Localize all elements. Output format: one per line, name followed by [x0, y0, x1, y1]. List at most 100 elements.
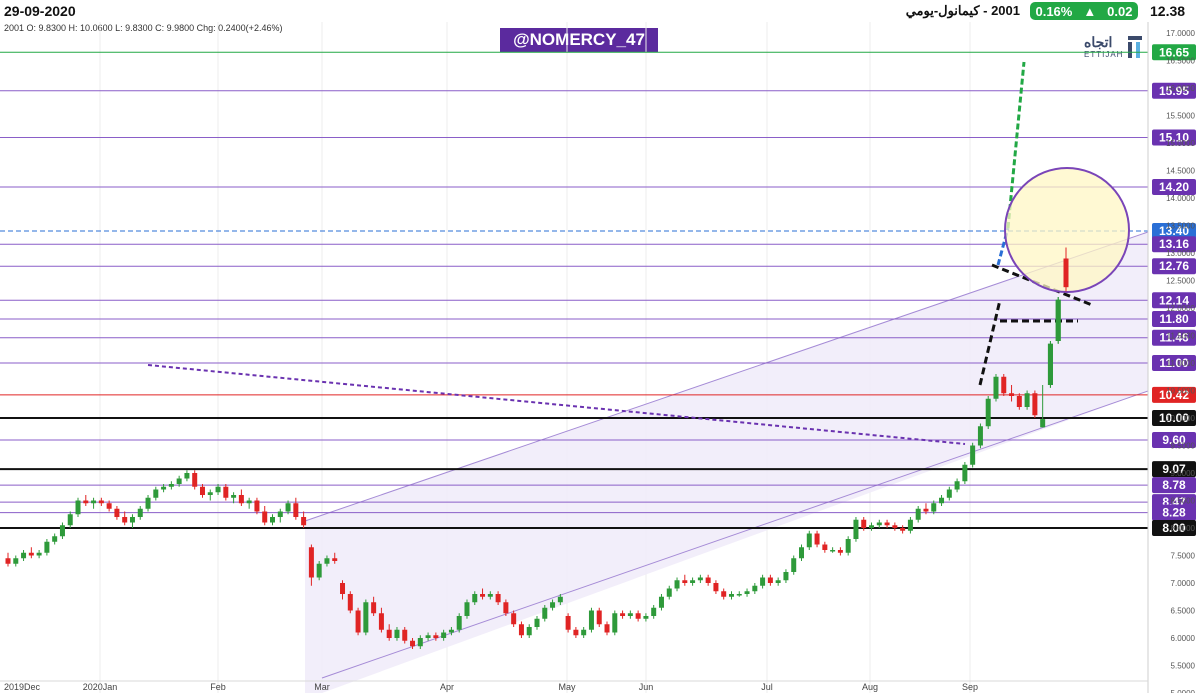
candle-body: [1055, 299, 1061, 341]
x-tick-label: Apr: [440, 682, 454, 692]
candle-body: [487, 594, 493, 597]
y-tick-label: 5.5000: [1171, 662, 1196, 671]
candle-body: [962, 464, 968, 482]
candle-body: [122, 517, 128, 523]
candle-body: [402, 629, 408, 641]
change-value: 0.02: [1107, 3, 1133, 19]
y-tick-label: 8.5000: [1171, 497, 1196, 506]
candle-body: [1001, 376, 1007, 394]
candle-body: [557, 596, 563, 603]
candle-body: [806, 533, 812, 548]
candle-body: [308, 547, 314, 578]
candle-body: [612, 613, 618, 633]
level-label-8-78: 8.78: [1162, 478, 1186, 492]
channel-fill: [305, 232, 1148, 693]
candle-body: [59, 525, 65, 537]
candle-body: [931, 503, 937, 512]
candle-body: [98, 500, 104, 504]
price-chart[interactable]: 16.6515.9515.1014.2013.4013.1612.7612.14…: [0, 22, 1200, 693]
candle-body: [752, 585, 758, 592]
candle-body: [744, 591, 750, 594]
candle-body: [674, 580, 680, 589]
y-tick-label: 10.5000: [1166, 387, 1195, 396]
candle-body: [861, 519, 867, 528]
candle-body: [371, 602, 377, 614]
candle-body: [340, 583, 346, 594]
candle-body: [736, 594, 742, 596]
up-arrow-icon: ▲: [1083, 3, 1097, 19]
candle-body: [114, 508, 120, 517]
candle-body: [1040, 419, 1046, 428]
candle-body: [900, 528, 906, 531]
y-tick-label: 6.0000: [1171, 634, 1196, 643]
change-badge: 0.16% ▲ 0.02: [1030, 2, 1138, 20]
candle-body: [495, 594, 501, 603]
candle-body: [425, 635, 431, 638]
candle-body: [923, 508, 929, 512]
y-tick-label: 11.5000: [1167, 332, 1196, 341]
x-tick-label: Jul: [761, 682, 773, 692]
candle-body: [285, 503, 291, 512]
candle-body: [620, 613, 626, 616]
candle-body: [1047, 343, 1053, 385]
candle-body: [207, 492, 213, 495]
candle-body: [223, 486, 229, 498]
candle-body: [518, 624, 524, 636]
candle-body: [705, 577, 711, 583]
candle-body: [448, 629, 454, 633]
candle-body: [837, 550, 843, 553]
x-tick-label: Aug: [862, 682, 878, 692]
x-tick-label: Mar: [314, 682, 330, 692]
candle-body: [760, 577, 766, 586]
candle-body: [565, 616, 571, 630]
candle-body: [876, 522, 882, 526]
x-tick-label: May: [558, 682, 576, 692]
candle-body: [954, 481, 960, 490]
candle-body: [176, 478, 182, 484]
candle-body: [1032, 393, 1038, 416]
candle-body: [456, 616, 462, 630]
candle-body: [666, 588, 672, 597]
candle-body: [939, 497, 945, 504]
candle-body: [690, 580, 696, 583]
candle-body: [184, 473, 190, 479]
y-tick-label: 14.5000: [1166, 167, 1195, 176]
candle-body: [199, 486, 205, 495]
candle-body: [814, 533, 820, 545]
candle-body: [822, 544, 828, 550]
y-tick-label: 12.0000: [1166, 304, 1195, 313]
candle-body: [28, 552, 34, 556]
trend-channel: [304, 231, 1149, 693]
candle-body: [106, 503, 112, 509]
candle-body: [347, 594, 353, 611]
candle-body: [324, 558, 330, 564]
x-axis: 2019Dec 2020Jan Feb Mar Apr May Jun Jul Aug Sep: [0, 680, 1148, 692]
candle-body: [301, 517, 307, 526]
candle-body: [246, 500, 252, 504]
chart-date: 29-09-2020: [4, 3, 76, 19]
candle-body: [254, 500, 260, 512]
candle-body: [410, 640, 416, 647]
candle-body: [728, 594, 734, 597]
candle-body: [67, 514, 73, 526]
candle-body: [262, 511, 268, 523]
candle-body: [145, 497, 151, 509]
candle-body: [526, 627, 532, 636]
candle-body: [44, 541, 50, 553]
candle-body: [915, 508, 921, 520]
y-tick-label: 6.5000: [1171, 607, 1196, 616]
candle-body: [604, 624, 610, 633]
candle-body: [168, 484, 174, 487]
symbol-title[interactable]: 2001 - كيمانول-يومي: [760, 3, 1020, 19]
candle-body: [386, 629, 392, 638]
level-label-11-80: 11.80: [1159, 312, 1189, 326]
candle-body: [21, 552, 27, 559]
candle-body: [775, 580, 781, 583]
x-tick-label: 2019Dec: [4, 682, 41, 692]
level-label-8-28: 8.28: [1162, 506, 1186, 520]
y-tick-label: 17.0000: [1166, 29, 1195, 38]
candle-body: [892, 525, 898, 528]
candle-body: [231, 495, 237, 498]
candle-body: [907, 519, 913, 531]
candle-body: [767, 577, 773, 583]
